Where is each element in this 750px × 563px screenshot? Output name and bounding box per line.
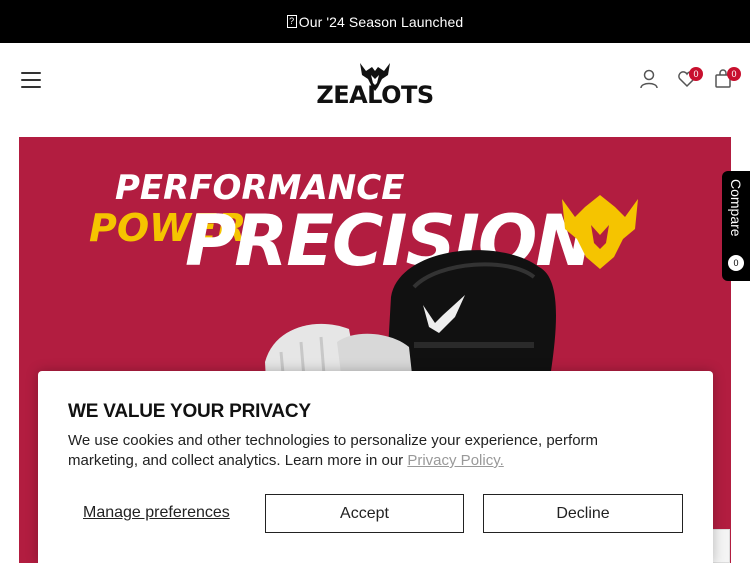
announcement-text[interactable]: Our '24 Season Launched <box>299 14 464 30</box>
logo-text: ZEALOTS <box>316 81 434 109</box>
cookie-consent-dialog: WE VALUE YOUR PRIVACY We use cookies and… <box>38 371 713 563</box>
accept-button[interactable]: Accept <box>265 494 464 533</box>
manage-preferences-link[interactable]: Manage preferences <box>83 504 230 522</box>
menu-icon[interactable] <box>21 71 43 89</box>
announcement-glyph: ? <box>286 15 297 28</box>
compare-tab[interactable]: Compare 0 <box>722 171 750 281</box>
privacy-policy-link[interactable]: Privacy Policy. <box>407 452 503 469</box>
decline-button[interactable]: Decline <box>483 494 683 533</box>
cookie-body-paragraph: We use cookies and other technologies to… <box>68 431 668 471</box>
wishlist-icon[interactable]: 0 <box>677 67 703 94</box>
cookie-title: WE VALUE YOUR PRIVACY <box>68 401 311 422</box>
cookie-body-text: We use cookies and other technologies to… <box>68 432 599 469</box>
site-header: ZEALOTS 0 0 <box>0 43 750 137</box>
cart-count-badge: 0 <box>727 67 741 81</box>
compare-count-badge: 0 <box>728 255 744 271</box>
account-icon[interactable] <box>640 69 658 94</box>
logo[interactable]: ZEALOTS <box>312 57 438 109</box>
compare-label: Compare <box>728 179 744 237</box>
announcement-bar: ? Our '24 Season Launched <box>0 0 750 43</box>
wishlist-count-badge: 0 <box>689 67 703 81</box>
cart-icon[interactable]: 0 <box>714 67 741 94</box>
